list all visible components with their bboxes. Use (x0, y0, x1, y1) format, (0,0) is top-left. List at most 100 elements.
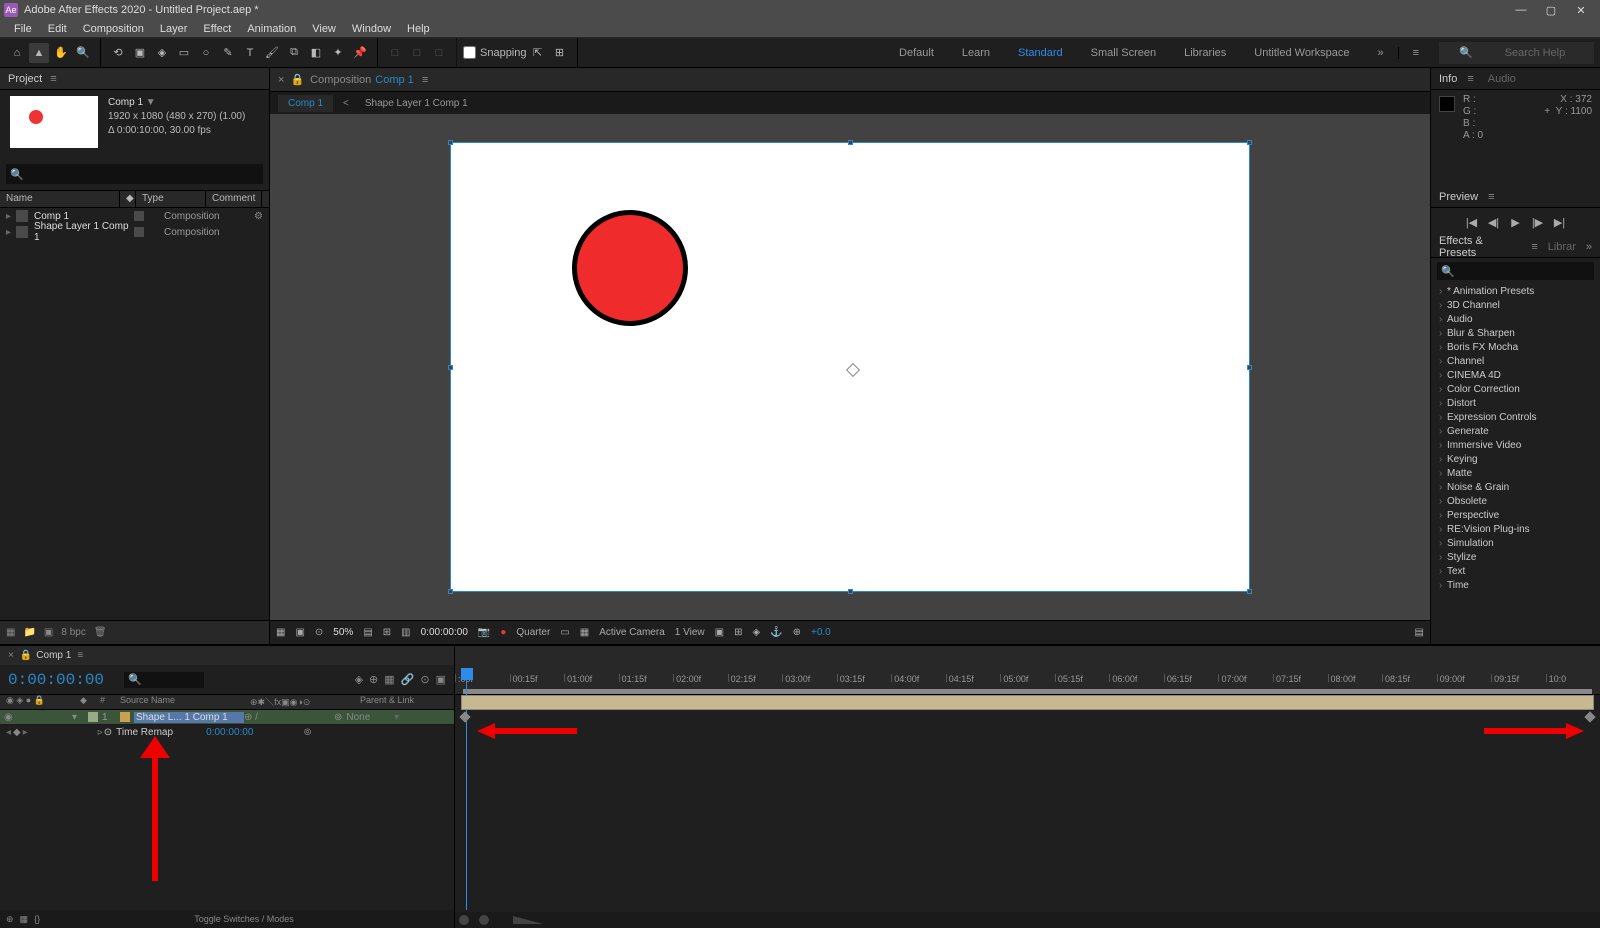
menu-animation[interactable]: Animation (239, 20, 304, 37)
prev-keyframe[interactable]: ◂ (6, 727, 11, 738)
comp-info-dropdown[interactable]: ▼ (146, 97, 156, 108)
col-name[interactable]: Name (0, 191, 120, 207)
ellipse-tool[interactable]: ○ (196, 43, 216, 63)
rect-tool[interactable]: ▭ (174, 43, 194, 63)
play-button[interactable]: ▶ (1508, 216, 1524, 229)
selection-tool[interactable]: ▲ (29, 43, 49, 63)
type-tool[interactable]: T (240, 43, 260, 63)
col-type[interactable]: Type (136, 191, 206, 207)
roto-tool[interactable]: ✦ (328, 43, 348, 63)
maximize-button[interactable]: ▢ (1536, 1, 1566, 19)
zoom-slider[interactable] (513, 916, 543, 924)
bpc-button[interactable]: 8 bpc (61, 627, 85, 638)
stopwatch-icon[interactable]: ⊙ (104, 727, 112, 738)
libraries-tab[interactable]: Librar (1548, 241, 1586, 253)
effects-category[interactable]: ›3D Channel (1431, 298, 1600, 312)
roi-button[interactable]: ▭ (560, 627, 569, 638)
new-comp-button[interactable]: ▣ (44, 627, 53, 638)
audio-tab[interactable]: Audio (1488, 73, 1526, 85)
workspace-libraries[interactable]: Libraries (1170, 47, 1240, 59)
timeline-search[interactable]: 🔍 (124, 672, 204, 688)
timeline-layer[interactable]: ◉ ▾ 1 Shape L... 1 Comp 1 ⊕ / ⊚ None ▾ (0, 710, 454, 725)
comp-tab-lock[interactable]: 🔒 (290, 73, 304, 86)
timeline-tab-close[interactable]: × (8, 650, 14, 661)
tl-foot-1[interactable]: ⊕ (6, 914, 14, 925)
time-ruler[interactable]: :00f00:15f01:00f01:15f02:00f02:15f03:00f… (455, 646, 1600, 695)
clone-tool[interactable]: ⧉ (284, 43, 304, 63)
comp-tab-name[interactable]: Comp 1 (375, 74, 414, 86)
menu-edit[interactable]: Edit (40, 20, 75, 37)
menu-help[interactable]: Help (399, 20, 438, 37)
timeline-property[interactable]: ◂ ◆ ▸ ▹ ⊙ Time Remap 0:00:00:00 ⊚ (0, 725, 454, 740)
resolution-select[interactable]: Quarter (516, 627, 550, 638)
effects-category[interactable]: ›Blur & Sharpen (1431, 326, 1600, 340)
project-search[interactable]: 🔍 (6, 164, 263, 184)
effects-search[interactable]: 🔍 (1437, 262, 1594, 280)
effects-category[interactable]: ›* Animation Presets (1431, 284, 1600, 298)
selection-handle[interactable] (1247, 140, 1252, 145)
effects-category[interactable]: ›Text (1431, 564, 1600, 578)
effects-category[interactable]: ›Keying (1431, 452, 1600, 466)
view-layout[interactable]: 1 View (675, 627, 705, 638)
selection-handle[interactable] (848, 140, 853, 145)
camera-select[interactable]: Active Camera (599, 627, 665, 638)
col-num[interactable]: # (100, 695, 120, 709)
label-color[interactable] (88, 712, 98, 722)
effects-category[interactable]: ›Distort (1431, 396, 1600, 410)
selection-handle[interactable] (848, 589, 853, 594)
workspace-default[interactable]: Default (885, 47, 948, 59)
view-opt-1[interactable]: ▣ (715, 627, 724, 638)
effects-category[interactable]: ›Time (1431, 578, 1600, 592)
timeline-zoom-scroll[interactable] (455, 912, 1600, 928)
exposure-value[interactable]: +0.0 (811, 627, 831, 638)
hand-tool[interactable]: ✋ (51, 43, 71, 63)
effects-category[interactable]: ›CINEMA 4D (1431, 368, 1600, 382)
effects-tab[interactable]: Effects & Presets (1439, 235, 1531, 259)
selection-handle[interactable] (1247, 365, 1252, 370)
tl-icon-4[interactable]: 🔗 (401, 673, 415, 686)
tl-icon-1[interactable]: ◈ (355, 673, 363, 686)
col-tag[interactable]: ◆ (120, 191, 136, 207)
timeline-tab-name[interactable]: Comp 1 (36, 650, 71, 661)
menu-layer[interactable]: Layer (152, 20, 196, 37)
comp-tab-menu[interactable]: ≡ (422, 74, 428, 86)
layer-name[interactable]: Shape L... 1 Comp 1 (134, 712, 244, 723)
workspace-untitled[interactable]: Untitled Workspace (1240, 47, 1363, 59)
work-area-bar[interactable] (463, 689, 1592, 694)
mask-button[interactable]: ⊙ (315, 627, 323, 638)
prop-twirl[interactable]: ▹ (86, 727, 100, 738)
col-switches[interactable]: ⊕✱＼fx▣◉◑⊙ (250, 695, 360, 709)
workspace-standard[interactable]: Standard (1004, 47, 1077, 59)
col-source[interactable]: Source Name (120, 695, 250, 709)
view-opt-3[interactable]: ◈ (752, 627, 760, 638)
zoom-out-handle[interactable] (459, 915, 469, 925)
viewer-time[interactable]: 0:00:00:00 (421, 627, 468, 638)
guides-button[interactable]: ▥ (401, 627, 410, 638)
pickwhip-icon[interactable]: ⊚ (334, 712, 342, 723)
playhead[interactable] (461, 668, 473, 680)
preview-tab[interactable]: Preview (1439, 191, 1488, 203)
menu-effect[interactable]: Effect (195, 20, 239, 37)
snap-opt-1[interactable]: ⇱ (528, 43, 548, 63)
layer-duration-bar[interactable] (461, 695, 1594, 710)
panel-overflow[interactable]: » (1586, 241, 1592, 253)
canvas[interactable] (450, 142, 1250, 592)
project-panel-menu[interactable]: ≡ (50, 73, 56, 85)
minimize-button[interactable]: — (1506, 1, 1536, 19)
selection-handle[interactable] (1247, 589, 1252, 594)
property-value[interactable]: 0:00:00:00 (206, 727, 253, 738)
view-opt-4[interactable]: ⚓ (770, 627, 782, 638)
home-button[interactable]: ⌂ (7, 43, 27, 63)
selection-handle[interactable] (448, 140, 453, 145)
composition-viewer[interactable] (270, 114, 1430, 620)
preview-tab-menu[interactable]: ≡ (1488, 191, 1494, 203)
grid-button[interactable]: ⊞ (383, 627, 391, 638)
twirl-icon[interactable]: ▾ (72, 712, 84, 723)
effects-category[interactable]: ›Noise & Grain (1431, 480, 1600, 494)
menu-file[interactable]: File (6, 20, 40, 37)
current-time[interactable]: 0:00:00:00 (8, 671, 104, 689)
item-flow-icon[interactable]: ⚙ (254, 211, 263, 222)
info-tab[interactable]: Info (1439, 73, 1467, 85)
keyframe[interactable] (459, 711, 470, 722)
effects-category[interactable]: ›Immersive Video (1431, 438, 1600, 452)
